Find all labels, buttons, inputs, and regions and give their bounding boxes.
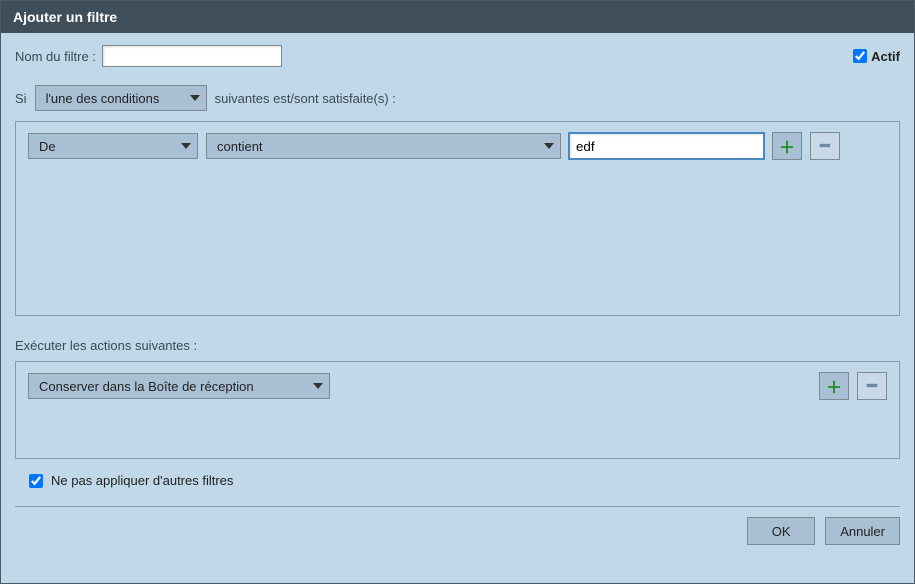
- condition-field-select[interactable]: De: [28, 133, 198, 159]
- cancel-button[interactable]: Annuler: [825, 517, 900, 545]
- condition-sentence: Si l'une des conditions suivantes est/so…: [15, 85, 900, 111]
- condition-suffix: suivantes est/sont satisfaite(s) :: [215, 91, 396, 106]
- condition-field-value: De: [39, 139, 56, 154]
- dialog-title: Ajouter un filtre: [1, 1, 914, 33]
- active-label: Actif: [871, 49, 900, 64]
- condition-row: De contient ＋ ━: [28, 132, 887, 160]
- remove-action-button[interactable]: ━: [857, 372, 887, 400]
- no-other-filters-label: Ne pas appliquer d'autres filtres: [51, 473, 233, 488]
- add-filter-dialog: Ajouter un filtre Nom du filtre : Actif …: [0, 0, 915, 584]
- action-type-select[interactable]: Conserver dans la Boîte de réception: [28, 373, 330, 399]
- plus-icon: ＋: [826, 374, 842, 398]
- minus-icon: ━: [820, 136, 830, 156]
- remove-condition-button[interactable]: ━: [810, 132, 840, 160]
- conditions-panel[interactable]: De contient ＋ ━: [15, 121, 900, 316]
- no-other-filters-group[interactable]: Ne pas appliquer d'autres filtres: [15, 473, 900, 488]
- condition-operator-value: contient: [217, 139, 263, 154]
- dialog-body: Nom du filtre : Actif Si l'une des condi…: [1, 33, 914, 583]
- match-mode-value: l'une des conditions: [46, 91, 160, 106]
- condition-operator-select[interactable]: contient: [206, 133, 561, 159]
- add-condition-button[interactable]: ＋: [772, 132, 802, 160]
- minus-icon: ━: [867, 376, 877, 396]
- active-toggle-group[interactable]: Actif: [853, 49, 900, 64]
- filter-name-input[interactable]: [102, 45, 282, 67]
- chevron-down-icon: [190, 95, 200, 101]
- add-action-button[interactable]: ＋: [819, 372, 849, 400]
- footer-divider: [15, 506, 900, 507]
- ok-button[interactable]: OK: [747, 517, 815, 545]
- active-checkbox[interactable]: [853, 49, 867, 63]
- action-row: Conserver dans la Boîte de réception ＋ ━: [28, 372, 887, 400]
- no-other-filters-checkbox[interactable]: [29, 474, 43, 488]
- action-type-value: Conserver dans la Boîte de réception: [39, 379, 254, 394]
- chevron-down-icon: [313, 383, 323, 389]
- condition-value-input[interactable]: [569, 133, 764, 159]
- actions-panel[interactable]: Conserver dans la Boîte de réception ＋ ━: [15, 361, 900, 459]
- filter-name-label: Nom du filtre :: [15, 49, 96, 64]
- plus-icon: ＋: [779, 134, 795, 158]
- action-buttons-group: ＋ ━: [819, 372, 887, 400]
- chevron-down-icon: [544, 143, 554, 149]
- actions-label: Exécuter les actions suivantes :: [15, 338, 900, 353]
- match-mode-select[interactable]: l'une des conditions: [35, 85, 207, 111]
- dialog-footer: OK Annuler: [15, 517, 900, 549]
- filter-name-row: Nom du filtre : Actif: [15, 45, 900, 67]
- chevron-down-icon: [181, 143, 191, 149]
- condition-prefix: Si: [15, 91, 27, 106]
